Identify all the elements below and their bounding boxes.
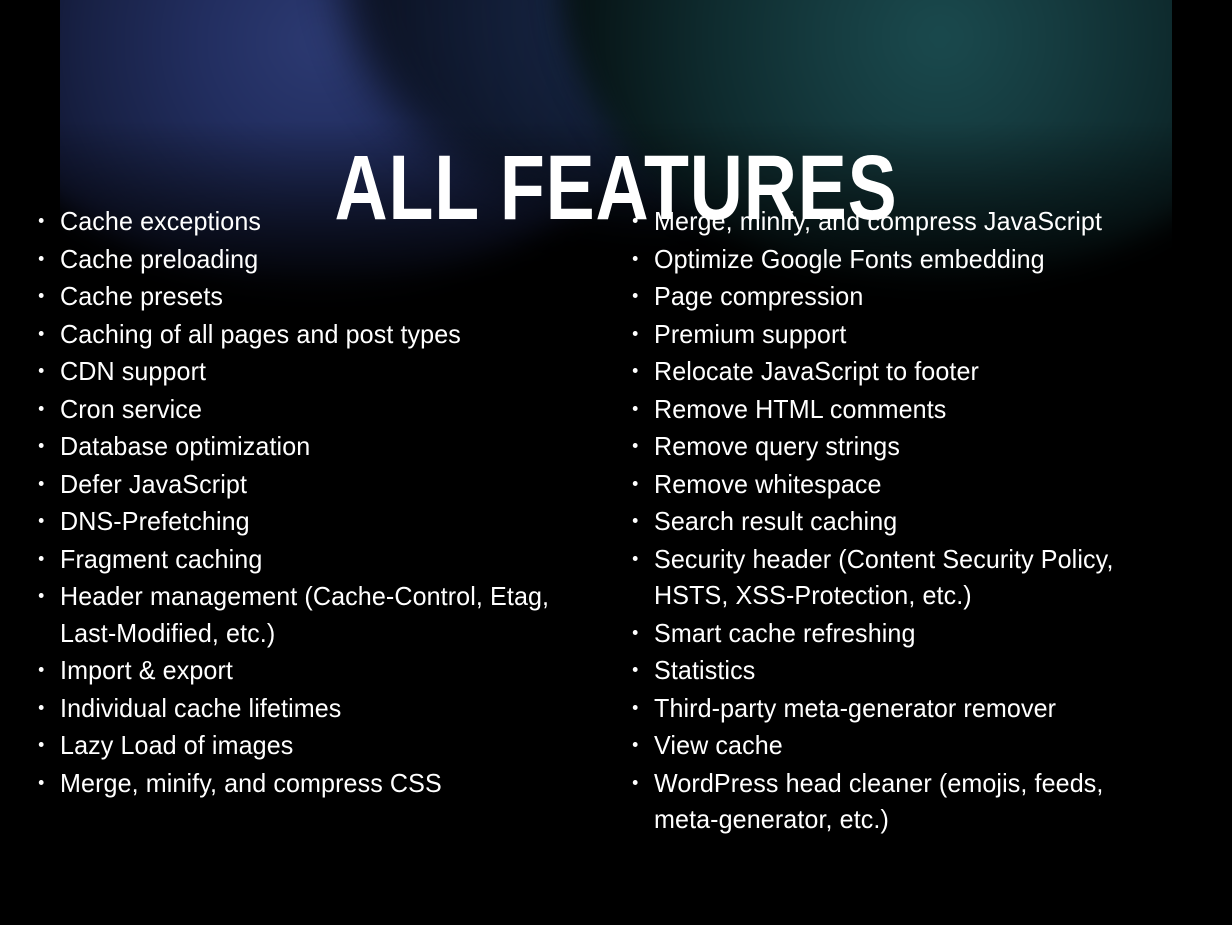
feature-right-item: Premium support bbox=[627, 316, 1170, 353]
feature-column-right: Merge, minify, and compress JavaScript Op… bbox=[616, 203, 1232, 839]
feature-right-item: Third-party meta-generator remover bbox=[627, 690, 1170, 727]
feature-right-item: Merge, minify, and compress JavaScript bbox=[627, 203, 1170, 240]
feature-right-item: Page compression bbox=[627, 278, 1170, 315]
feature-right-item: Search result caching bbox=[627, 503, 1170, 540]
feature-right-item: Remove query strings bbox=[627, 428, 1170, 465]
feature-left-item: Lazy Load of images bbox=[33, 727, 584, 764]
feature-list-left: Cache exceptions Cache preloading Cache pr… bbox=[33, 203, 604, 801]
feature-left-item: Header management (Cache-Control, Etag, … bbox=[33, 578, 584, 651]
feature-right-item: Optimize Google Fonts embedding bbox=[627, 241, 1170, 278]
feature-right-item: Statistics bbox=[627, 652, 1170, 689]
feature-left-item: Cron service bbox=[33, 391, 584, 428]
feature-column-left: Cache exceptions Cache preloading Cache pr… bbox=[0, 203, 616, 802]
feature-right-item: View cache bbox=[627, 727, 1170, 764]
feature-left-item: Defer JavaScript bbox=[33, 466, 584, 503]
feature-left-item: Cache preloading bbox=[33, 241, 584, 278]
feature-right-item: Relocate JavaScript to footer bbox=[627, 353, 1170, 390]
feature-left-item: CDN support bbox=[33, 353, 584, 390]
feature-left-item: DNS-Prefetching bbox=[33, 503, 584, 540]
feature-left-item: Cache exceptions bbox=[33, 203, 584, 240]
feature-right-item: Remove whitespace bbox=[627, 466, 1170, 503]
feature-right-item: Security header (Content Security Policy… bbox=[627, 541, 1170, 614]
feature-right-item: Smart cache refreshing bbox=[627, 615, 1170, 652]
feature-left-item: Merge, minify, and compress CSS bbox=[33, 765, 584, 802]
feature-list-right: Merge, minify, and compress JavaScript Op… bbox=[627, 203, 1190, 838]
feature-right-item: WordPress head cleaner (emojis, feeds, m… bbox=[627, 765, 1170, 838]
feature-right-item: Remove HTML comments bbox=[627, 391, 1170, 428]
feature-columns: Cache exceptions Cache preloading Cache pr… bbox=[0, 203, 1232, 839]
feature-left-item: Import & export bbox=[33, 652, 584, 689]
feature-left-item: Fragment caching bbox=[33, 541, 584, 578]
feature-left-item: Database optimization bbox=[33, 428, 584, 465]
slide-root: ALL FEATURES Cache exceptions Cache prelo… bbox=[0, 0, 1232, 925]
feature-left-item: Cache presets bbox=[33, 278, 584, 315]
feature-left-item: Individual cache lifetimes bbox=[33, 690, 584, 727]
feature-left-item: Caching of all pages and post types bbox=[33, 316, 584, 353]
